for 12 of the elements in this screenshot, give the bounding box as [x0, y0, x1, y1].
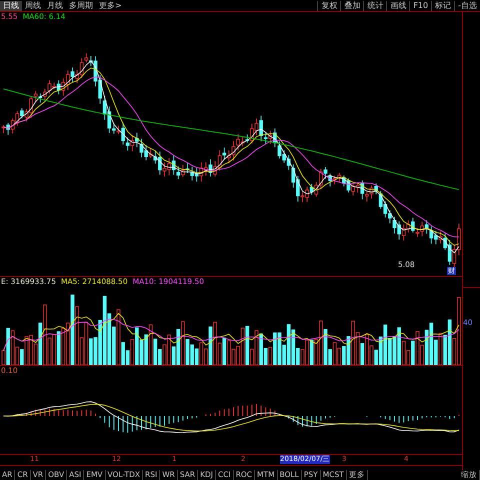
toolbar-button[interactable]: 统计: [363, 0, 386, 10]
toolbar-button[interactable]: -自选: [454, 0, 480, 10]
toolbar-button[interactable]: 叠加: [340, 0, 364, 10]
toolbar-button[interactable]: 标记: [431, 0, 454, 10]
period-tab[interactable]: 多周期: [66, 0, 96, 10]
toolbar-button[interactable]: 画线: [386, 0, 410, 10]
period-tab[interactable]: 月线: [44, 0, 66, 10]
period-tab[interactable]: 更多>: [96, 0, 125, 10]
toolbar-button[interactable]: F10: [409, 0, 432, 10]
toolbar-button[interactable]: 复权: [317, 0, 340, 10]
period-tab[interactable]: 周线: [22, 0, 44, 10]
period-tab[interactable]: 日线: [0, 0, 22, 10]
